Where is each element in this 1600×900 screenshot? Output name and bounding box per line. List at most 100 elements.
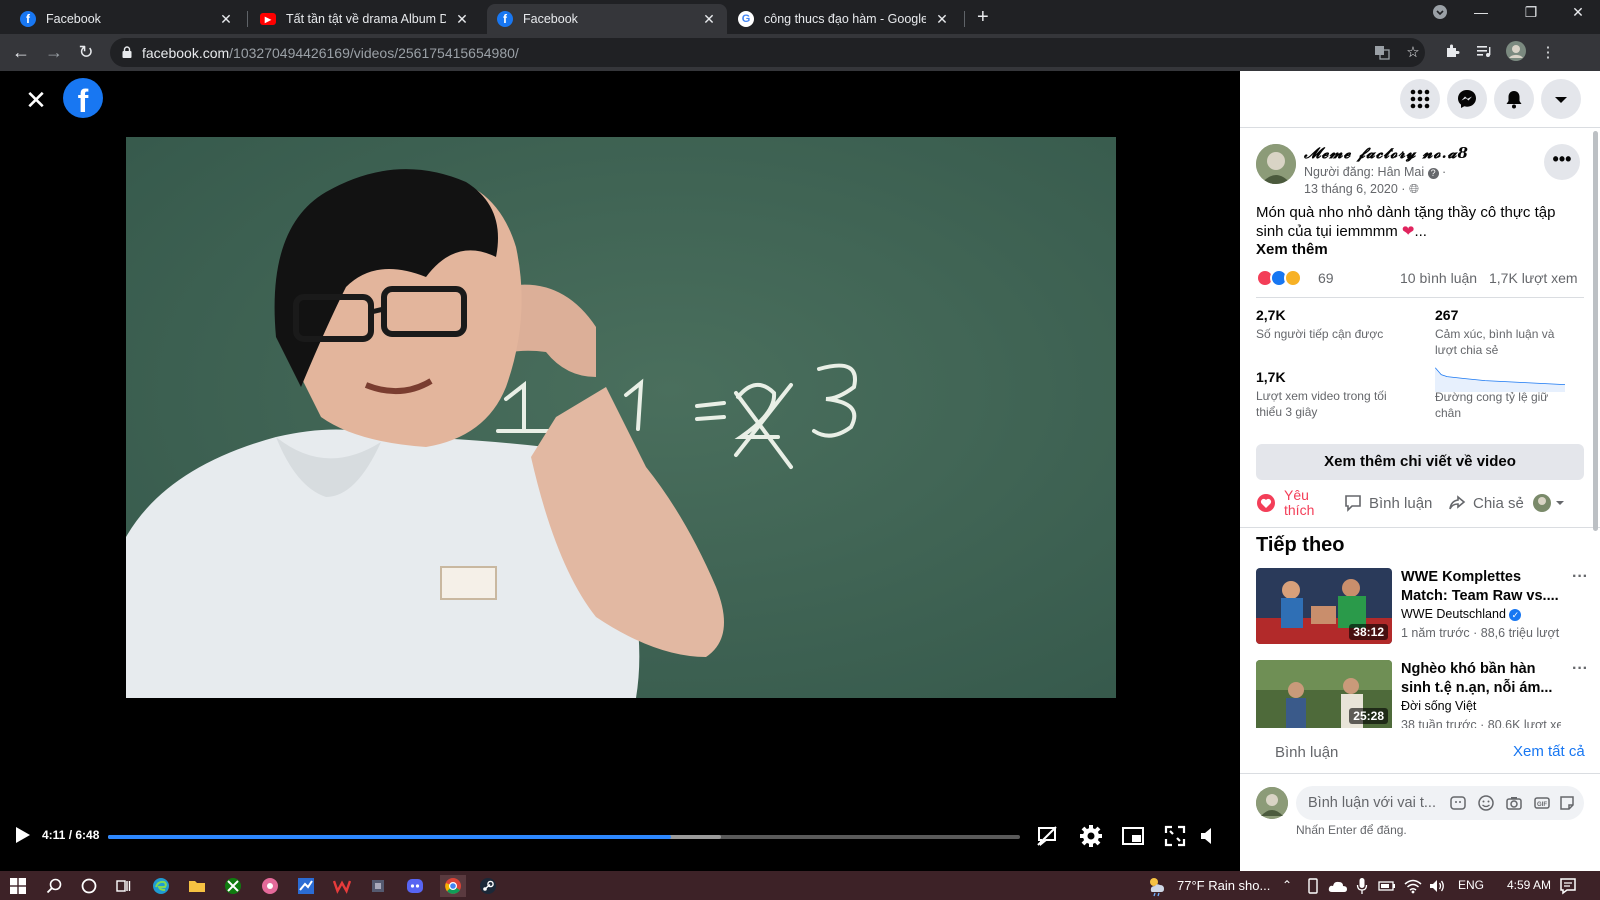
edge-app[interactable] — [150, 875, 172, 897]
comment-label: Bình luận — [1369, 494, 1433, 512]
poster-name[interactable]: Người đăng: Hân Mai — [1304, 165, 1424, 179]
wifi-icon[interactable] — [1404, 878, 1422, 894]
close-icon[interactable]: ✕ — [24, 85, 48, 115]
post-actions: Yêu thích Bình luận Chia sẻ — [1240, 485, 1600, 521]
recommended-video[interactable]: 38:12 WWE Komplettes Match: Team Raw vs.… — [1256, 568, 1596, 644]
close-tab-icon[interactable]: ✕ — [454, 11, 470, 28]
see-more-link[interactable]: Xem thêm — [1256, 241, 1328, 258]
close-tab-icon[interactable]: ✕ — [701, 11, 717, 28]
weather-text[interactable]: 77°F Rain sho... — [1177, 878, 1270, 893]
reaction-summary[interactable]: 69 10 bình luận 1,7K lượt xem — [1256, 267, 1592, 289]
maximize-button[interactable]: ❐ — [1516, 4, 1546, 21]
start-button[interactable] — [7, 875, 29, 897]
close-tab-icon[interactable]: ✕ — [218, 11, 234, 28]
more-options-button[interactable]: ••• — [1544, 144, 1580, 180]
discord-app[interactable] — [404, 875, 426, 897]
browser-tab-facebook-active[interactable]: f Facebook ✕ — [487, 4, 727, 34]
close-window-button[interactable]: ✕ — [1563, 4, 1593, 21]
microphone-icon[interactable] — [1356, 877, 1368, 895]
profile-avatar[interactable] — [1505, 40, 1526, 66]
battery-icon[interactable] — [1378, 879, 1396, 893]
video-insights-button[interactable]: Xem thêm chi viết về video — [1256, 444, 1584, 480]
video-frame[interactable] — [126, 137, 1116, 698]
divider — [1256, 297, 1584, 298]
reaction-as-selector[interactable] — [1532, 485, 1565, 521]
search-button[interactable] — [43, 875, 65, 897]
like-button[interactable]: Yêu thích — [1256, 485, 1324, 521]
task-view-button[interactable] — [112, 875, 134, 897]
close-tab-icon[interactable]: ✕ — [934, 11, 950, 28]
gear-icon[interactable] — [1078, 823, 1104, 849]
chrome-menu-icon[interactable]: ⋮ — [1538, 43, 1558, 61]
play-icon[interactable] — [14, 825, 32, 845]
language-indicator[interactable]: ENG — [1458, 878, 1484, 892]
messenger-button[interactable] — [1447, 79, 1487, 119]
video-progress-bar[interactable] — [108, 835, 1020, 839]
steam-app[interactable] — [477, 875, 499, 897]
forward-button[interactable]: → — [43, 41, 65, 63]
chrome-app-active[interactable] — [440, 875, 466, 897]
cloud-icon[interactable] — [1328, 879, 1348, 893]
comment-count[interactable]: 10 bình luận — [1400, 270, 1477, 286]
new-tab-button[interactable]: + — [977, 6, 989, 29]
translate-icon[interactable] — [1372, 44, 1392, 64]
tab-search-button[interactable] — [1425, 4, 1455, 23]
browser-tab-facebook-1[interactable]: f Facebook ✕ — [10, 4, 244, 34]
action-center-icon[interactable] — [1559, 877, 1577, 895]
channel-name[interactable]: WWE Deutschland — [1401, 607, 1506, 621]
captions-off-icon[interactable] — [1034, 823, 1060, 849]
gif-icon[interactable]: GIF — [1533, 794, 1551, 812]
show-hidden-icons[interactable]: ⌃ — [1282, 878, 1292, 892]
browser-tab-youtube[interactable]: ▶ Tất tần tật về drama Album DON ✕ — [250, 4, 480, 34]
steam-icon — [480, 878, 496, 894]
volume-icon[interactable] — [1196, 823, 1222, 849]
clock[interactable]: 4:59 AM — [1507, 878, 1551, 892]
page-name-link[interactable]: 𝓜𝓮𝓶𝓮 𝓯𝓪𝓬𝓽𝓸𝓻𝔂 𝓷𝓸.𝓪8 — [1304, 144, 1469, 162]
share-button[interactable]: Chia sẻ — [1448, 485, 1524, 521]
reload-button[interactable]: ↻ — [75, 41, 97, 63]
sticker-icon[interactable] — [1558, 794, 1576, 812]
minimize-button[interactable]: — — [1466, 4, 1496, 20]
emoji-icon[interactable] — [1477, 794, 1495, 812]
video-thumbnail[interactable]: 25:28 — [1256, 660, 1392, 728]
back-button[interactable]: ← — [10, 41, 32, 63]
account-button[interactable] — [1541, 79, 1581, 119]
post-date[interactable]: 13 tháng 6, 2020 · — [1304, 182, 1405, 196]
fullscreen-icon[interactable] — [1162, 823, 1188, 849]
facebook-logo[interactable]: f — [63, 78, 103, 119]
comment-input[interactable]: Bình luận với vai t... GIF — [1296, 786, 1584, 820]
extensions-icon[interactable] — [1442, 43, 1462, 63]
more-options-icon[interactable]: ··· — [1572, 568, 1588, 586]
address-bar[interactable]: facebook.com/103270494426169/videos/2561… — [110, 38, 1425, 67]
video-thumbnail[interactable]: 38:12 — [1256, 568, 1392, 644]
weather-icon[interactable] — [1146, 875, 1168, 897]
cortana-button[interactable] — [78, 875, 100, 897]
picture-in-picture-icon[interactable] — [1120, 823, 1146, 849]
video-title[interactable]: WWE Komplettes Match: Team Raw vs.... — [1401, 568, 1561, 606]
file-explorer-app[interactable] — [186, 875, 208, 897]
xbox-app[interactable] — [222, 875, 244, 897]
bookmark-star-icon[interactable]: ☆ — [1403, 43, 1423, 61]
page-avatar-small-icon — [1533, 494, 1551, 512]
menu-button[interactable] — [1400, 79, 1440, 119]
channel-name[interactable]: Đời sống Việt — [1401, 699, 1476, 713]
comment-button[interactable]: Bình luận — [1344, 485, 1432, 521]
media-control-icon[interactable] — [1474, 43, 1494, 63]
recommended-video[interactable]: 25:28 Nghèo khó bần hàn sinh t.ệ n.ạn, n… — [1256, 660, 1596, 728]
wps-app[interactable] — [331, 875, 353, 897]
utility-app[interactable] — [367, 875, 389, 897]
notifications-button[interactable] — [1494, 79, 1534, 119]
device-icon[interactable] — [1306, 878, 1320, 894]
more-options-icon[interactable]: ··· — [1572, 660, 1588, 678]
page-avatar[interactable] — [1256, 144, 1296, 184]
video-title[interactable]: Nghèo khó bần hàn sinh t.ệ n.ạn, nỗi ám.… — [1401, 660, 1561, 698]
volume-tray-icon[interactable] — [1428, 878, 1446, 894]
translate-glyph-icon — [1375, 46, 1390, 60]
media-app[interactable] — [259, 875, 281, 897]
camera-icon[interactable] — [1505, 794, 1523, 812]
see-all-link[interactable]: Xem tất cả — [1513, 743, 1585, 760]
panel-scrollbar[interactable] — [1593, 131, 1598, 531]
stock-app[interactable] — [295, 875, 317, 897]
browser-tab-google[interactable]: G công thucs đạo hàm - Google Se ✕ — [728, 4, 960, 34]
avatar-sticker-icon[interactable] — [1449, 794, 1467, 812]
